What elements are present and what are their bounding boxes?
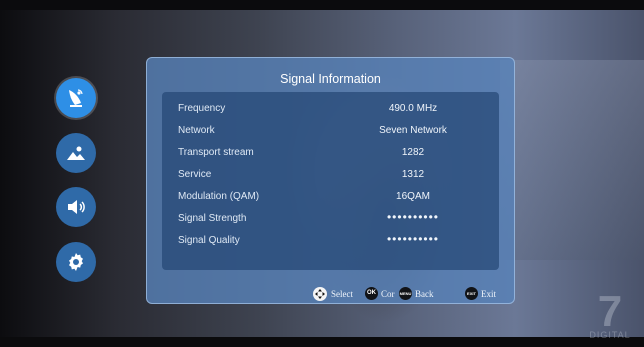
- sidebar-item-picture[interactable]: [56, 133, 96, 173]
- help-select: Select: [313, 287, 353, 301]
- background-office-scene: [500, 60, 644, 260]
- row-value: 1282: [401, 147, 425, 158]
- row-value: Seven Network: [379, 125, 447, 136]
- dpad-icon: [313, 287, 327, 301]
- help-ok: OK Cor: [365, 287, 395, 300]
- channel-watermark: 7 DIGITAL: [580, 290, 640, 345]
- exit-key-icon: EXIT: [465, 287, 478, 300]
- row-label: Modulation (QAM): [178, 191, 260, 202]
- row-label: Signal Strength: [178, 213, 247, 224]
- key-help-bar: Select OK Cor MENU Back EXIT Exit: [147, 284, 514, 304]
- info-row-modulation: Modulation (QAM) 16QAM: [162, 186, 499, 208]
- row-value: 490.0 MHz: [388, 103, 438, 114]
- signal-information-panel: Signal Information Frequency 490.0 MHz N…: [146, 57, 515, 304]
- picture-icon: [67, 146, 85, 160]
- info-row-signal-strength: Signal Strength ••••••••••: [162, 208, 499, 230]
- speaker-icon: [68, 200, 85, 214]
- info-row-frequency: Frequency 490.0 MHz: [162, 98, 499, 120]
- signal-strength-meter: ••••••••••: [386, 210, 439, 224]
- help-back: MENU Back: [399, 287, 434, 300]
- signal-info-box: Frequency 490.0 MHz Network Seven Networ…: [162, 92, 499, 270]
- channel-logo-text: DIGITAL: [589, 330, 631, 340]
- select-label: Select: [331, 289, 353, 299]
- channel-logo: 7: [597, 287, 623, 336]
- satellite-dish-icon: [69, 89, 83, 107]
- info-row-service: Service 1312: [162, 164, 499, 186]
- menu-key-icon: MENU: [399, 287, 412, 300]
- row-label: Frequency: [178, 103, 226, 114]
- row-value: 16QAM: [396, 191, 430, 202]
- back-label: Back: [415, 288, 434, 299]
- letterbox-bottom: [0, 337, 644, 347]
- help-exit: EXIT Exit: [465, 287, 496, 300]
- sidebar-item-settings[interactable]: [56, 242, 96, 282]
- sidebar-item-sound[interactable]: [56, 187, 96, 227]
- row-value: 1312: [401, 169, 425, 180]
- info-row-transport-stream: Transport stream 1282: [162, 142, 499, 164]
- letterbox-top: [0, 0, 644, 10]
- info-row-signal-quality: Signal Quality ••••••••••: [162, 230, 499, 252]
- info-row-network: Network Seven Network: [162, 120, 499, 142]
- sidebar-item-signal[interactable]: [56, 78, 96, 118]
- row-label: Signal Quality: [178, 235, 240, 246]
- row-label: Service: [178, 169, 212, 180]
- row-label: Network: [178, 125, 215, 136]
- ok-key-icon: OK: [365, 287, 378, 300]
- panel-title: Signal Information: [280, 72, 381, 86]
- ok-label: Cor: [381, 288, 395, 299]
- exit-label: Exit: [481, 288, 496, 299]
- row-label: Transport stream: [178, 147, 254, 158]
- gear-icon: [69, 253, 83, 271]
- signal-quality-meter: ••••••••••: [386, 232, 439, 246]
